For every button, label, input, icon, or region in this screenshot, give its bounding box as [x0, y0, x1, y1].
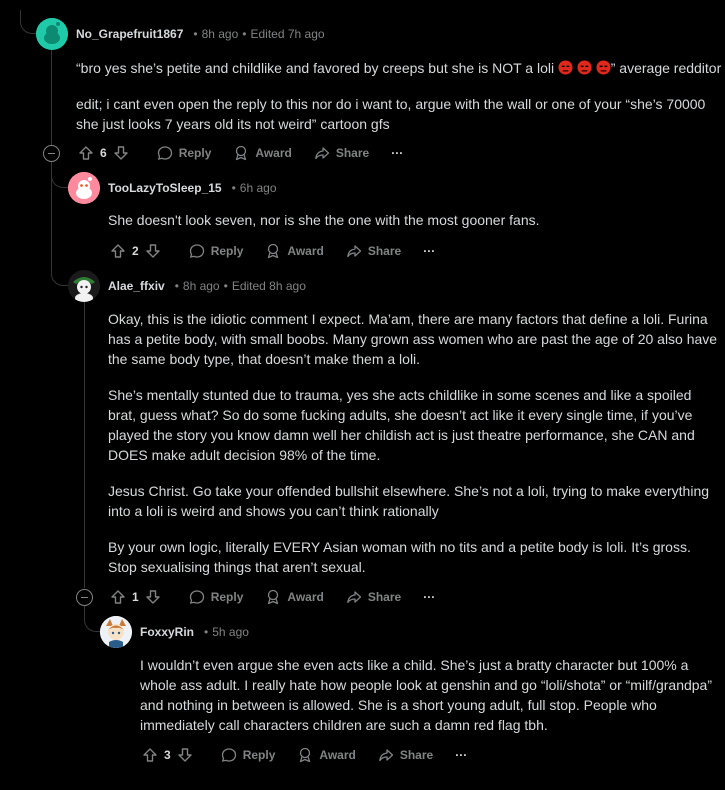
- username[interactable]: Alae_ffxiv: [108, 279, 165, 293]
- upvote-icon[interactable]: [110, 589, 126, 605]
- comment-bubble-icon: [157, 146, 172, 160]
- fox-character-avatar-icon: [100, 616, 132, 648]
- comment-paragraph: Jesus Christ. Go take your offended bull…: [108, 483, 710, 519]
- award-button[interactable]: Award: [265, 589, 324, 605]
- downvote-icon[interactable]: [113, 145, 129, 161]
- collapse-thread-button[interactable]: [76, 589, 93, 606]
- avatar[interactable]: [68, 270, 100, 302]
- comment-actions: 6 Reply Award Share ···: [78, 145, 403, 161]
- angry-face-icon: [596, 60, 611, 75]
- upvote-icon[interactable]: [78, 145, 94, 161]
- share-icon: [346, 591, 361, 604]
- share-button[interactable]: Share: [346, 589, 401, 605]
- award-icon: [236, 145, 247, 161]
- timestamp: 5h ago: [212, 625, 249, 639]
- comment-actions: 2 Reply Award Share ···: [110, 243, 435, 259]
- more-options-button[interactable]: ···: [423, 590, 435, 604]
- share-button[interactable]: Share: [378, 747, 433, 763]
- share-icon: [346, 245, 361, 258]
- username[interactable]: TooLazyToSleep_15: [108, 181, 222, 195]
- thread-connector-top: [20, 10, 36, 34]
- comment-paragraph: “bro yes she’s petite and childlike and …: [76, 60, 722, 76]
- more-options-button[interactable]: ···: [391, 146, 403, 160]
- avatar[interactable]: [36, 18, 68, 50]
- award-button[interactable]: Award: [233, 145, 292, 161]
- comment-body: I wouldn’t even argue she even acts like…: [140, 655, 722, 735]
- comment-meta: FoxxyRin • 5h ago: [140, 625, 249, 639]
- award-icon: [268, 589, 279, 605]
- reply-button[interactable]: Reply: [221, 747, 275, 763]
- comment-meta: TooLazyToSleep_15 • 6h ago: [108, 181, 277, 195]
- avatar[interactable]: [100, 616, 132, 648]
- edited-label: Edited 7h ago: [250, 27, 325, 41]
- comment-meta: No_Grapefruit1867 • 8h ago • Edited 7h a…: [76, 27, 325, 41]
- username[interactable]: No_Grapefruit1867: [76, 27, 183, 41]
- comment-bubble-icon: [189, 590, 204, 604]
- snoo-teal-avatar-icon: [36, 18, 68, 50]
- timestamp: 8h ago: [201, 27, 239, 41]
- snoo-pink-avatar-icon: [68, 172, 100, 204]
- comment-paragraph: I wouldn’t even argue she even acts like…: [140, 657, 712, 733]
- comment-body: Okay, this is the idiotic comment I expe…: [108, 309, 723, 577]
- reply-button[interactable]: Reply: [189, 243, 243, 259]
- share-button[interactable]: Share: [346, 243, 401, 259]
- thread-connector-reply-2: [51, 266, 69, 286]
- vote-score: 2: [132, 244, 139, 258]
- more-options-button[interactable]: ···: [455, 748, 467, 762]
- thread-line-alae: [84, 302, 85, 588]
- downvote-icon[interactable]: [145, 243, 161, 259]
- timestamp: 8h ago: [182, 279, 220, 293]
- timestamp: 6h ago: [239, 181, 277, 195]
- downvote-icon[interactable]: [177, 747, 193, 763]
- award-button[interactable]: Award: [297, 747, 356, 763]
- more-options-button[interactable]: ···: [423, 244, 435, 258]
- vote-score: 1: [132, 590, 139, 604]
- vote-score: 3: [164, 748, 171, 762]
- comment-paragraph: By your own logic, literally EVERY Asian…: [108, 539, 691, 575]
- vote-score: 6: [100, 146, 107, 160]
- comment-meta: Alae_ffxiv • 8h ago • Edited 8h ago: [108, 279, 306, 293]
- share-button[interactable]: Share: [314, 145, 369, 161]
- comment-actions: 1 Reply Award Share ···: [110, 589, 435, 605]
- downvote-icon[interactable]: [145, 589, 161, 605]
- award-icon: [268, 243, 279, 259]
- upvote-icon[interactable]: [142, 747, 158, 763]
- comment-actions: 3 Reply Award Share ···: [142, 747, 467, 763]
- award-button[interactable]: Award: [265, 243, 324, 259]
- upvote-icon[interactable]: [110, 243, 126, 259]
- share-icon: [378, 749, 393, 762]
- snoo-green-avatar-icon: [68, 270, 100, 302]
- comment-paragraph: She’s mentally stunted due to trauma, ye…: [108, 387, 695, 463]
- angry-face-icon: [577, 60, 592, 75]
- thread-connector-reply-1: [51, 172, 69, 188]
- thread-line-root: [51, 50, 52, 145]
- edited-label: Edited 8h ago: [231, 279, 306, 293]
- angry-face-icon: [558, 60, 573, 75]
- comment-paragraph: She doesn't look seven, nor is she the o…: [108, 212, 540, 228]
- comment-body: “bro yes she’s petite and childlike and …: [76, 58, 724, 134]
- comment-paragraph: edit; i cant even open the reply to this…: [76, 96, 706, 132]
- share-icon: [314, 147, 329, 160]
- comment-bubble-icon: [221, 748, 236, 762]
- username[interactable]: FoxxyRin: [140, 625, 194, 639]
- collapse-thread-button[interactable]: [43, 145, 60, 162]
- avatar[interactable]: [68, 172, 100, 204]
- reply-button[interactable]: Reply: [157, 145, 211, 161]
- award-icon: [300, 747, 311, 763]
- comment-bubble-icon: [189, 244, 204, 258]
- comment-body: She doesn't look seven, nor is she the o…: [108, 210, 718, 230]
- reply-button[interactable]: Reply: [189, 589, 243, 605]
- comment-paragraph: Okay, this is the idiotic comment I expe…: [108, 311, 718, 367]
